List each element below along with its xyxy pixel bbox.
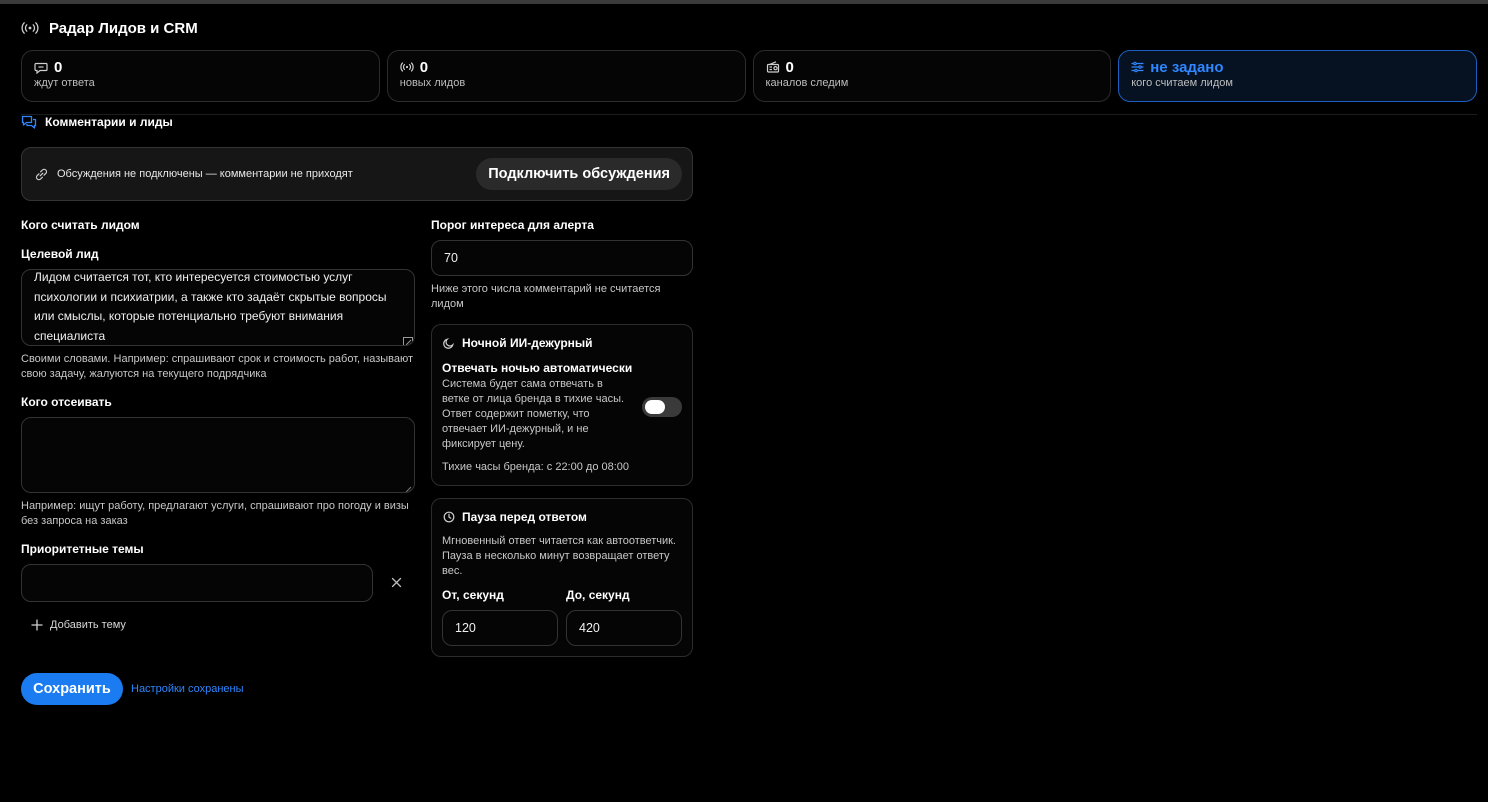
discussions-banner: Обсуждения не подключены — комментарии н…	[21, 147, 693, 201]
page-title: Радар Лидов и CRM	[49, 19, 198, 37]
banner-message: Обсуждения не подключены — комментарии н…	[57, 168, 353, 180]
pause-to-input[interactable]: 420	[566, 610, 682, 646]
lead-heading: Кого считать лидом	[21, 218, 140, 232]
section-header: Комментарии и лиды	[21, 114, 173, 130]
page-header: Радар Лидов и CRM	[21, 16, 198, 40]
moon-icon	[443, 337, 455, 349]
resize-handle-icon[interactable]	[403, 481, 413, 492]
stat-label: ждут ответа	[34, 77, 95, 89]
pause-to-label: До, секунд	[566, 588, 630, 602]
pause-from-input[interactable]: 120	[442, 610, 558, 646]
add-topic-button[interactable]: Добавить тему	[31, 619, 126, 631]
threshold-input[interactable]: 70	[431, 240, 693, 276]
pause-desc: Мгновенный ответ читается как автоответч…	[442, 535, 676, 577]
pause-from-label: От, секунд	[442, 588, 504, 602]
target-lead-text: Лидом считается тот, кто интересуется ст…	[34, 270, 387, 343]
comments-icon	[21, 115, 37, 129]
add-topic-label: Добавить тему	[50, 619, 126, 631]
toggle-knob	[645, 400, 665, 414]
priority-topic-input[interactable]	[21, 564, 373, 602]
pause-card: Пауза перед ответом Мгновенный ответ чит…	[431, 498, 693, 657]
stat-label: новых лидов	[399, 77, 466, 89]
clock-icon	[443, 511, 455, 523]
stat-new-leads[interactable]: 0 новых лидов	[386, 50, 746, 102]
night-auto-reply-desc: Система будет сама отвечать в ветке от л…	[442, 378, 625, 450]
resize-handle-icon[interactable]	[403, 334, 413, 345]
exclude-textarea[interactable]	[21, 417, 415, 493]
stats-bar: 0 ждут ответа 0 новых лидов 0 каналов сл…	[21, 50, 1477, 102]
night-auto-reply-title: Отвечать ночью автоматически	[442, 361, 633, 375]
stat-value: 0	[785, 58, 794, 76]
remove-topic-icon[interactable]	[391, 577, 402, 588]
night-duty-title: Ночной ИИ-дежурный	[462, 336, 593, 350]
exclude-hint: Например: ищут работу, предлагают услуги…	[21, 500, 409, 527]
save-button[interactable]: Сохранить	[21, 673, 123, 705]
night-duty-header: Ночной ИИ-дежурный	[443, 336, 593, 350]
stat-lead-definition[interactable]: не задано кого считаем лидом	[1118, 50, 1477, 102]
stat-value: 0	[54, 58, 63, 76]
threshold-label: Порог интереса для алерта	[431, 218, 594, 232]
chat-bubble-icon	[34, 61, 48, 74]
pause-header: Пауза перед ответом	[443, 510, 587, 524]
exclude-label: Кого отсеивать	[21, 395, 112, 409]
window-top-border	[0, 0, 1488, 4]
section-divider	[21, 114, 1477, 115]
priority-topics-label: Приоритетные темы	[21, 542, 144, 556]
section-title: Комментарии и лиды	[45, 115, 173, 129]
sliders-icon	[1131, 61, 1144, 73]
stat-value: не задано	[1150, 58, 1224, 76]
target-lead-textarea[interactable]: Лидом считается тот, кто интересуется ст…	[21, 269, 415, 346]
threshold-hint: Ниже этого числа комментарий не считаетс…	[431, 283, 661, 310]
stat-channels-tracked[interactable]: 0 каналов следим	[752, 50, 1112, 102]
stat-label: каналов следим	[765, 77, 849, 89]
broadcast-icon	[400, 62, 414, 72]
target-lead-label: Целевой лид	[21, 247, 99, 261]
pause-title: Пауза перед ответом	[462, 510, 587, 524]
radio-icon	[766, 61, 780, 73]
radar-icon	[21, 22, 39, 34]
night-duty-card: Ночной ИИ-дежурный Отвечать ночью автома…	[431, 324, 693, 486]
threshold-value: 70	[444, 251, 458, 265]
stat-value: 0	[419, 58, 429, 76]
plus-icon	[31, 619, 43, 631]
stat-awaiting-reply[interactable]: 0 ждут ответа	[21, 50, 380, 102]
target-lead-hint: Своими словами. Например: спрашивают сро…	[21, 353, 414, 380]
night-auto-reply-toggle[interactable]	[642, 397, 682, 417]
save-status: Настройки сохранены	[131, 683, 244, 695]
quiet-hours-text: Тихие часы бренда: с 22:00 до 08:00	[442, 461, 630, 473]
stat-label: кого считаем лидом	[1131, 77, 1233, 89]
link-icon	[34, 167, 49, 182]
pause-to-value: 420	[579, 621, 600, 635]
connect-discussions-button[interactable]: Подключить обсуждения	[476, 158, 682, 190]
pause-from-value: 120	[455, 621, 476, 635]
